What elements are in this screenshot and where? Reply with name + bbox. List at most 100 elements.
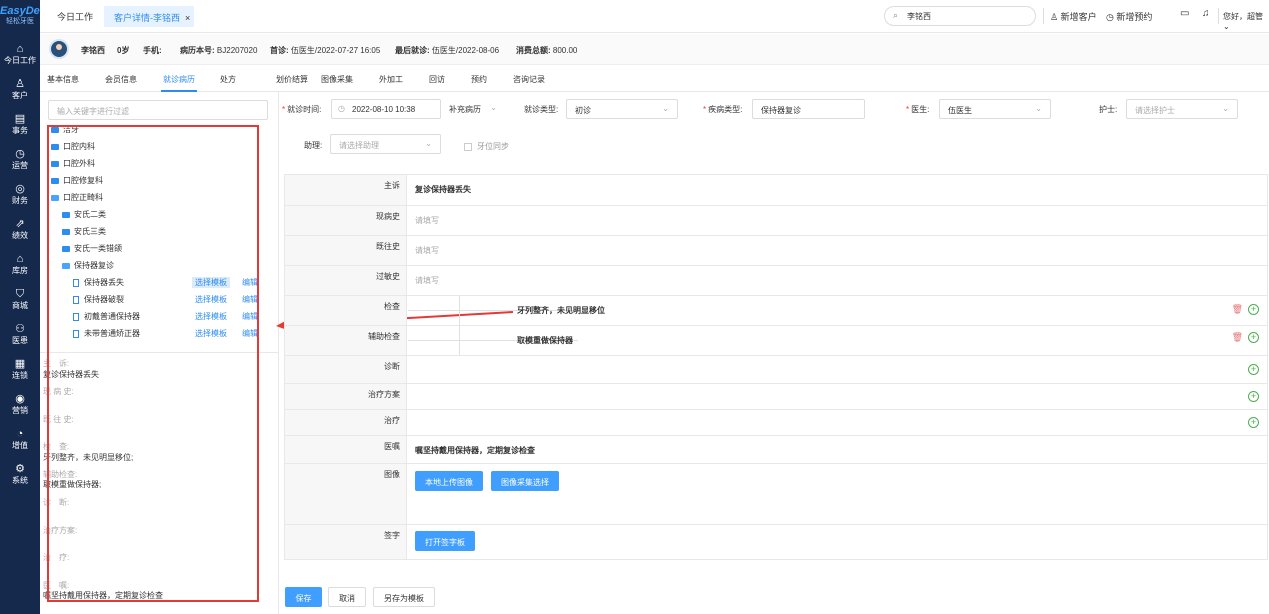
open-signpad-button[interactable]: 打开签字板 — [415, 531, 475, 551]
nav-item-7[interactable]: ⛉ 商城 — [0, 279, 40, 314]
subtab-5[interactable]: 图像采集 — [321, 74, 353, 85]
past-history-input[interactable]: 请填写 — [415, 245, 439, 256]
save-button[interactable]: 保存 — [285, 587, 322, 607]
record-row-sign: 签字 打开签字板 — [285, 525, 1267, 559]
nav-item-6[interactable]: ⌂ 库房 — [0, 244, 40, 279]
tooth-sync-checkbox[interactable]: 牙位同步 — [464, 141, 509, 152]
disease-type-value: 保持器复诊 — [761, 106, 801, 115]
new-appointment-button[interactable]: ◷ 新增预约 — [1106, 10, 1152, 23]
nav-item-3[interactable]: ◷ 运营 — [0, 139, 40, 174]
nav-item-10[interactable]: ◉ 营销 — [0, 384, 40, 419]
supplement-record-select[interactable]: 补充病历 ⌄ — [445, 99, 505, 119]
nav-label: 运营 — [12, 161, 28, 170]
advice-value[interactable]: 嘱坚持戴用保持器，定期复诊检查 — [415, 445, 535, 456]
subtab-6[interactable]: 外加工 — [379, 74, 403, 85]
greeting-text: 您好，超管 — [1223, 12, 1263, 21]
nav-item-4[interactable]: ◎ 财务 — [0, 174, 40, 209]
save-as-template-button[interactable]: 另存为模板 — [373, 587, 435, 607]
subtab-2[interactable]: 就诊病历 — [161, 74, 197, 92]
nav-item-0[interactable]: ⌂ 今日工作 — [0, 34, 40, 69]
doctor-select[interactable]: 伍医生 ⌄ — [939, 99, 1051, 119]
first-visit-value: 伍医生/2022-07-27 16:05 — [290, 46, 381, 55]
record-label: 病历本号: — [180, 46, 215, 55]
message-icon[interactable]: ▭ — [1180, 8, 1189, 19]
record-row-treatment: 治疗 + — [285, 410, 1267, 436]
nav-item-8[interactable]: ⚇ 医患 — [0, 314, 40, 349]
search-value: 李铭西 — [907, 12, 931, 21]
chevron-down-icon: ⌄ — [1222, 104, 1229, 113]
nav-item-2[interactable]: ▤ 事务 — [0, 104, 40, 139]
assistant-select[interactable]: 请选择助理 ⌄ — [330, 134, 441, 154]
image-collect-button[interactable]: 图像采集选择 — [491, 471, 559, 491]
nav-label: 库房 — [12, 266, 28, 275]
treatment-label: 治疗 — [285, 410, 407, 435]
cancel-button[interactable]: 取消 — [328, 587, 366, 607]
subtab-1[interactable]: 会员信息 — [105, 74, 137, 85]
nav-icon: ◉ — [15, 393, 25, 405]
plus-circle-icon[interactable]: + — [1248, 391, 1259, 402]
nav-item-9[interactable]: ▦ 连锁 — [0, 349, 40, 384]
diagnosis-label: 诊断 — [285, 356, 407, 383]
template-filter-input[interactable]: 输入关键字进行过滤 — [48, 100, 268, 120]
tab-customer-detail[interactable]: 客户详情-李铭西 × — [104, 6, 194, 27]
nurse-label: 护士: — [1099, 105, 1118, 114]
nav-icon: ◷ — [15, 148, 25, 160]
nav-item-12[interactable]: ⚙ 系统 — [0, 454, 40, 489]
local-upload-button[interactable]: 本地上传图像 — [415, 471, 483, 491]
nav-label: 系统 — [12, 476, 28, 485]
tab-today-work[interactable]: 今日工作 — [57, 10, 93, 23]
nav-item-5[interactable]: ⇗ 绩效 — [0, 209, 40, 244]
exam-value[interactable]: 牙列整齐，未见明显移位 — [517, 305, 605, 316]
subtab-8[interactable]: 预约 — [471, 74, 487, 85]
nav-label: 绩效 — [12, 231, 28, 240]
close-icon[interactable]: × — [185, 13, 190, 23]
disease-type-input[interactable]: 保持器复诊 — [752, 99, 865, 119]
trash-icon[interactable]: 🗑 — [1232, 304, 1243, 315]
first-visit: 首诊: 伍医生/2022-07-27 16:05 — [270, 45, 380, 56]
chief-value[interactable]: 复诊保持器丢失 — [415, 184, 471, 195]
last-visit: 最后就诊: 伍医生/2022-08-06 — [395, 45, 499, 56]
search-icon: ⌕ — [893, 10, 899, 20]
user-menu[interactable]: 您好，超管 ⌄ — [1223, 11, 1269, 31]
plus-circle-icon[interactable]: + — [1248, 332, 1259, 343]
disease-type-label-text: 疾病类型: — [708, 105, 743, 114]
allergy-history-input[interactable]: 请填写 — [415, 275, 439, 286]
visit-time-input[interactable]: ◷ 2022-08-10 10:38 — [331, 99, 441, 119]
global-search-input[interactable]: ⌕ 李铭西 — [884, 6, 1036, 26]
visit-time-label: * 就诊时间: — [282, 105, 322, 114]
patient-header: 李铭西 0岁 手机: 病历本号: BJ2207020 首诊: 伍医生/2022-… — [40, 34, 1269, 65]
trash-icon[interactable]: 🗑 — [1232, 332, 1243, 343]
plus-circle-icon[interactable]: + — [1248, 364, 1259, 375]
visit-type-select[interactable]: 初诊 ⌄ — [566, 99, 678, 119]
last-visit-label: 最后就诊: — [395, 46, 430, 55]
nav-label: 医患 — [12, 336, 28, 345]
subtab-0[interactable]: 基本信息 — [47, 74, 79, 85]
nav-icon: ◎ — [15, 183, 25, 195]
subtab-9[interactable]: 咨询记录 — [513, 74, 545, 85]
aux-exam-value[interactable]: 取模重做保持器 — [517, 335, 573, 346]
subtab-3[interactable]: 处方 — [220, 74, 236, 85]
visit-time-label-text: 就诊时间: — [287, 105, 322, 114]
nav-icon: ⚙ — [15, 463, 25, 475]
record-row-image: 图像 本地上传图像 图像采集选择 — [285, 464, 1267, 525]
plus-circle-icon[interactable]: + — [1248, 417, 1259, 428]
nav-item-11[interactable]: ◔ 增值 — [0, 419, 40, 454]
nav-item-1[interactable]: ♙ 客户 — [0, 69, 40, 104]
user-add-icon: ♙ — [1050, 12, 1061, 22]
tab-customer-detail-label: 客户详情-李铭西 — [114, 13, 180, 23]
doctor-label: * 医生: — [906, 105, 930, 114]
subtab-4[interactable]: 划价结算 — [276, 74, 308, 85]
sign-label: 签字 — [285, 525, 407, 559]
total-value: 800.00 — [552, 46, 578, 55]
bell-icon[interactable]: ♫ — [1202, 8, 1210, 19]
chevron-down-icon: ⌄ — [662, 104, 669, 113]
plus-circle-icon[interactable]: + — [1248, 304, 1259, 315]
chief-label: 主诉 — [285, 175, 407, 205]
new-customer-button[interactable]: ♙ 新增客户 — [1050, 10, 1097, 23]
subtab-7[interactable]: 回访 — [429, 74, 445, 85]
nurse-select[interactable]: 请选择护士 ⌄ — [1126, 99, 1238, 119]
present-history-input[interactable]: 请填写 — [415, 215, 439, 226]
highlight-annotation-box — [47, 125, 259, 602]
checkbox-icon — [464, 142, 472, 151]
present-history-label: 现病史 — [285, 206, 407, 235]
